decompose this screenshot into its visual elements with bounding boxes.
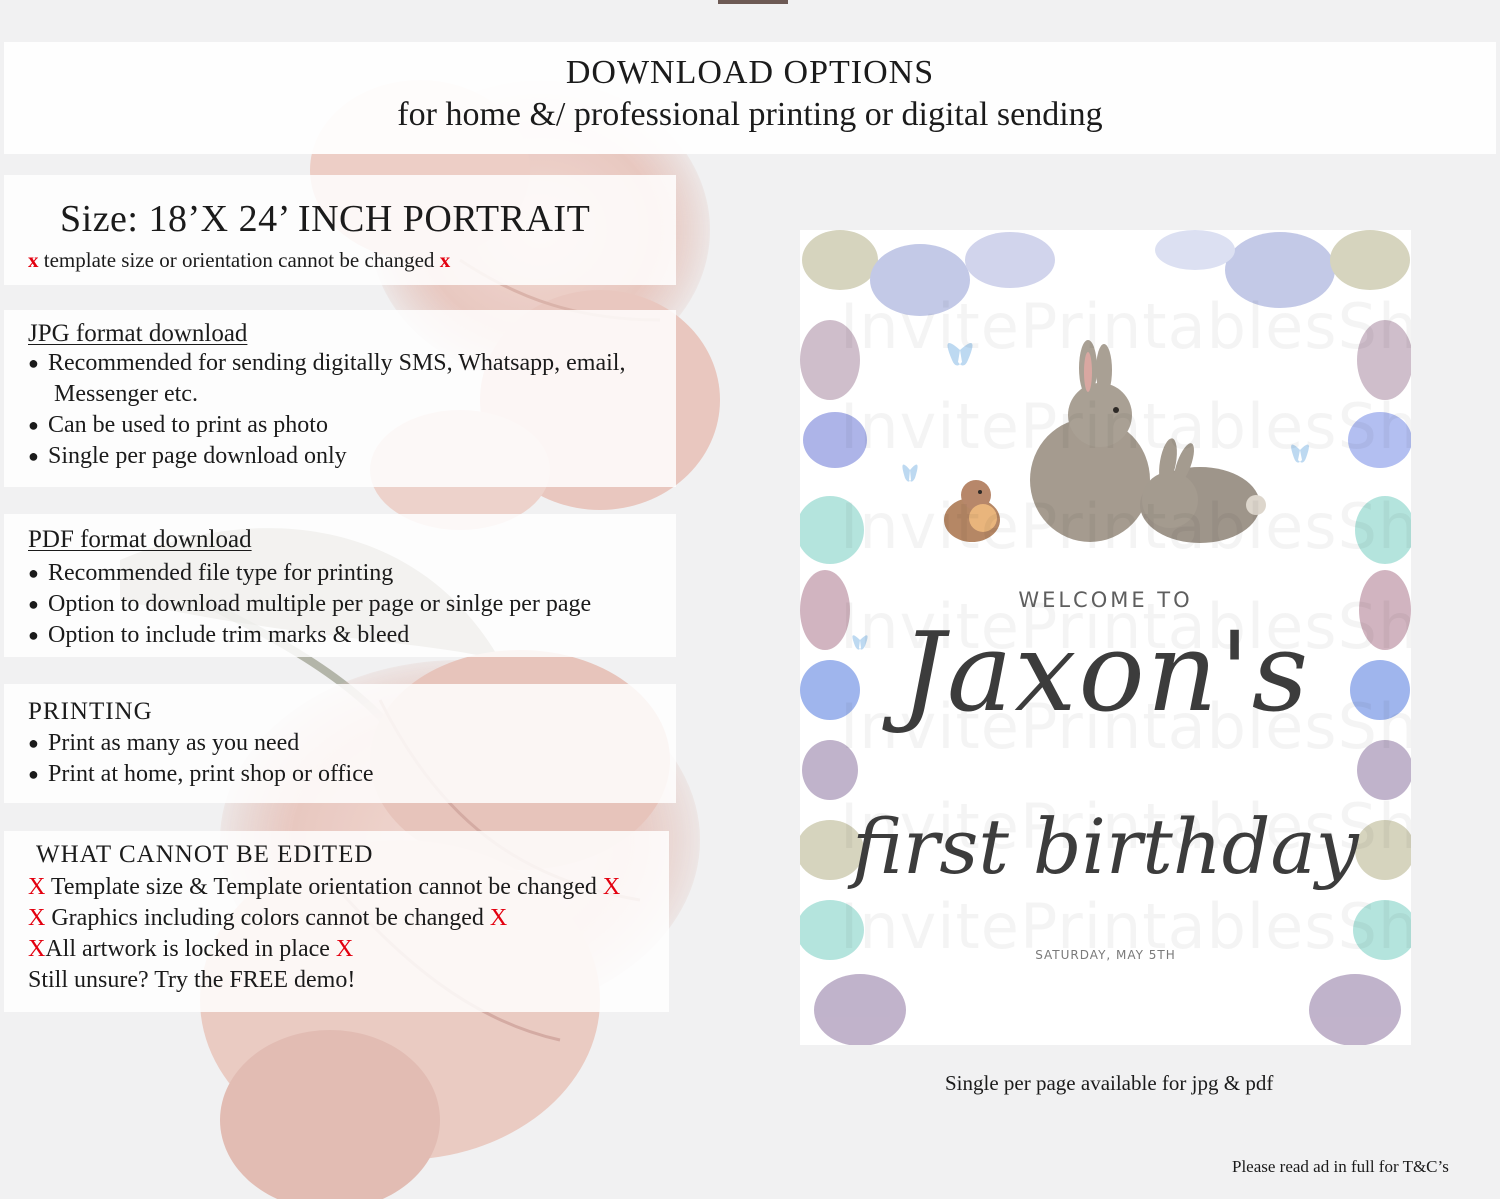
bullet-icon: ● — [28, 563, 39, 583]
poster-name: Jaxon's — [900, 608, 1311, 736]
bullet-icon: ● — [28, 764, 39, 784]
size-panel: Size: 18’X 24’ INCH PORTRAIT x template … — [4, 175, 676, 285]
watermark-text: InvitePrintablesShop — [840, 290, 1411, 363]
watermark-text: InvitePrintablesShop — [840, 490, 1411, 563]
poster-preview: InvitePrintablesShop InvitePrintablesSho… — [800, 230, 1411, 1045]
free-demo-note: Still unsure? Try the FREE demo! — [28, 967, 356, 993]
list-item: ● Print as many as you need — [28, 730, 300, 756]
terms-note: Please read ad in full for T&C’s — [1232, 1157, 1449, 1176]
bullet-icon: ● — [28, 733, 39, 753]
x-mark-icon: X — [489, 905, 508, 931]
bullet-icon: ● — [28, 625, 39, 645]
poster-caption: Single per page available for jpg & pdf — [945, 1071, 1274, 1095]
pdf-panel: PDF format download ● Recommended file ty… — [4, 514, 676, 657]
printing-panel: PRINTING ● Print as many as you need ● Pri… — [4, 684, 676, 803]
list-item: ● Print at home, print shop or office — [28, 761, 374, 787]
bullet-icon: ● — [28, 415, 39, 435]
x-mark-icon: x — [28, 248, 39, 272]
x-mark-icon: X — [602, 874, 621, 900]
cannot-edit-panel: WHAT CANNOT BE EDITED X Template size & … — [4, 831, 669, 1012]
watermark-text: InvitePrintablesShop — [840, 390, 1411, 463]
list-item: ● Recommended for sending digitally SMS, … — [28, 350, 626, 376]
x-mark-icon: x — [439, 248, 451, 272]
x-mark-icon: X — [28, 874, 46, 900]
poster-subtitle: first birthday — [852, 802, 1359, 891]
jpg-panel-title: JPG format download — [28, 320, 248, 347]
list-item: ● Can be used to print as photo — [28, 412, 328, 438]
size-note-text: template size or orientation cannot be c… — [43, 248, 435, 272]
size-title: Size: 18’X 24’ INCH PORTRAIT — [60, 198, 591, 240]
list-item: ● Option to include trim marks & bleed — [28, 622, 410, 648]
x-mark-icon: X — [28, 905, 46, 931]
size-note: x template size or orientation cannot be… — [28, 248, 450, 273]
list-item: ● Single per page download only — [28, 443, 347, 469]
list-item: ● Option to download multiple per page or… — [28, 591, 592, 617]
list-item: ● Recommended file type for printing — [28, 560, 394, 586]
bullet-icon: ● — [28, 446, 39, 466]
printing-panel-title: PRINTING — [28, 698, 153, 725]
bullet-icon: ● — [28, 353, 39, 373]
header-subtitle: for home &/ professional printing or dig… — [397, 96, 1103, 133]
list-item: X Graphics including colors cannot be ch… — [28, 905, 508, 931]
bullet-icon: ● — [28, 594, 39, 614]
list-item: XAll artwork is locked in place X — [28, 936, 354, 962]
x-mark-icon: X — [335, 936, 354, 962]
header-title: DOWNLOAD OPTIONS — [565, 54, 935, 91]
x-mark-icon: X — [28, 936, 46, 962]
jpg-panel: JPG format download ● Recommended for sen… — [4, 310, 676, 487]
pdf-panel-title: PDF format download — [28, 526, 252, 553]
download-options-header: DOWNLOAD OPTIONS for home &/ professiona… — [4, 42, 1496, 154]
cannot-edit-title: WHAT CANNOT BE EDITED — [36, 841, 374, 868]
list-item-continuation: Messenger etc. — [54, 381, 198, 407]
poster-date: SATURDAY, MAY 5TH — [1035, 948, 1176, 962]
list-item: X Template size & Template orientation c… — [28, 874, 621, 900]
